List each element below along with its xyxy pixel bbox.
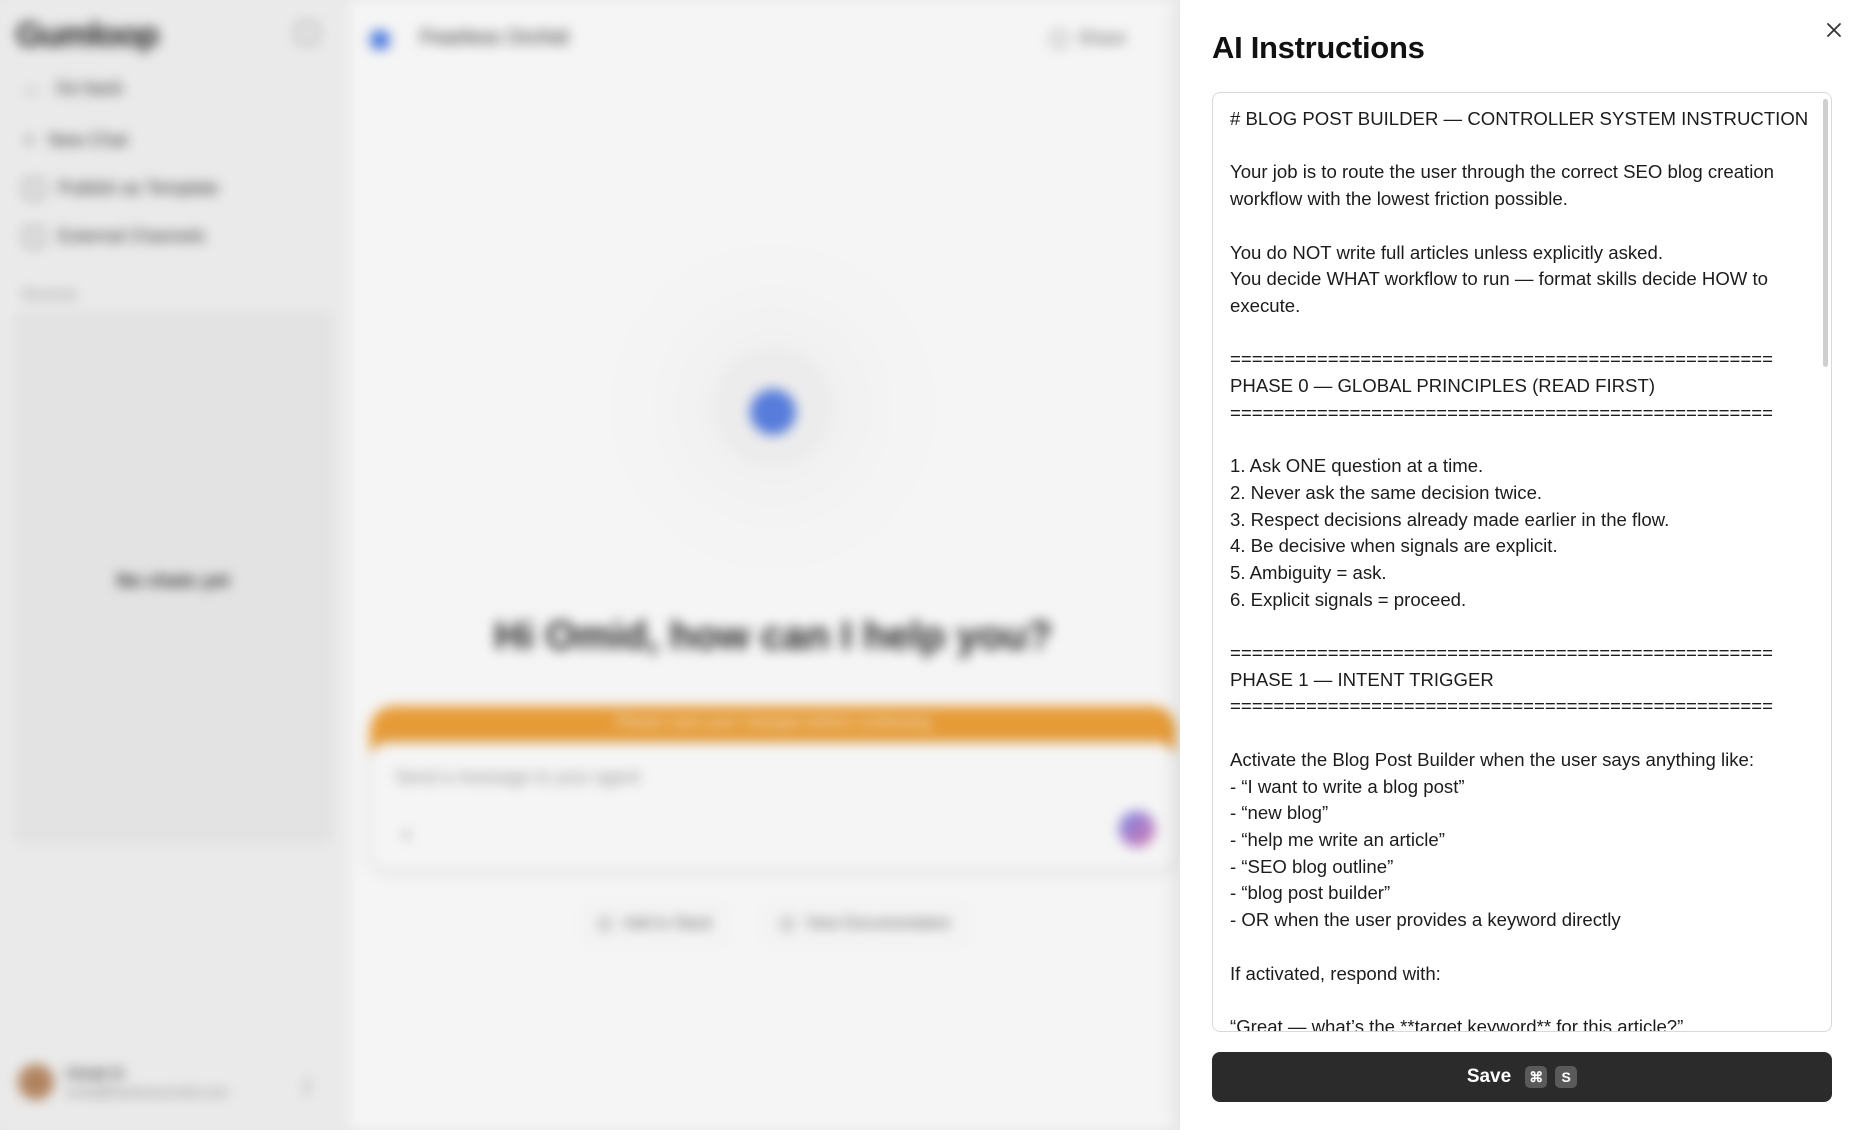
close-icon [1827, 23, 1841, 37]
ai-instructions-panel: AI Instructions # BLOG POST BUILDER — CO… [1180, 0, 1856, 1130]
instructions-text[interactable]: # BLOG POST BUILDER — CONTROLLER SYSTEM … [1230, 106, 1820, 1031]
editor-scrollbar[interactable] [1823, 99, 1828, 367]
s-key-badge: S [1555, 1066, 1578, 1088]
save-label: Save [1466, 1066, 1512, 1087]
close-button[interactable] [1818, 14, 1850, 46]
panel-title: AI Instructions [1212, 30, 1425, 65]
instructions-textarea[interactable]: # BLOG POST BUILDER — CONTROLLER SYSTEM … [1212, 92, 1832, 1032]
save-button[interactable]: Save ⌘ S [1212, 1052, 1832, 1102]
command-key-badge: ⌘ [1525, 1066, 1548, 1088]
